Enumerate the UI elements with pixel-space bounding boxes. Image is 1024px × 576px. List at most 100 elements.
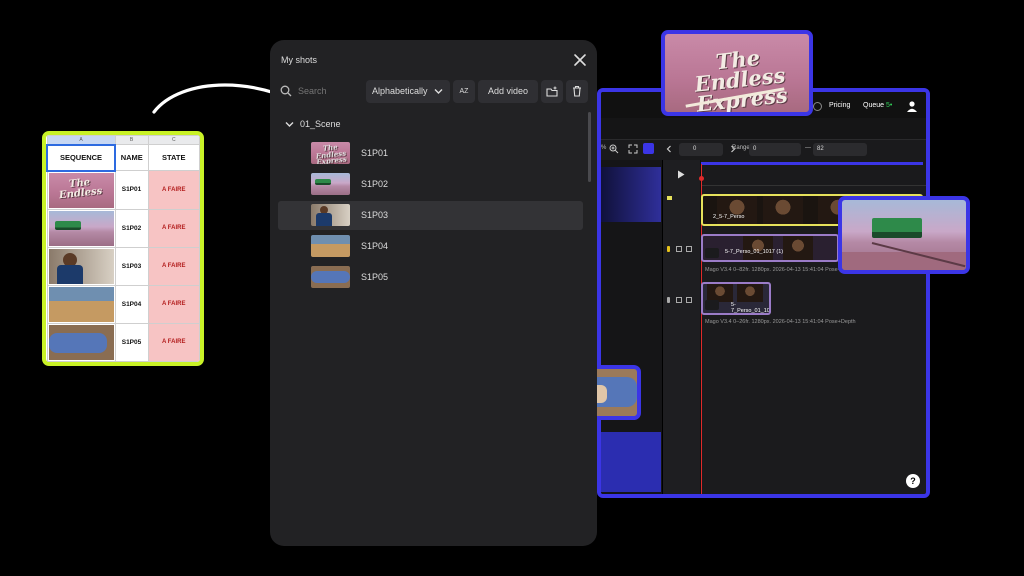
timeline-clip[interactable]: 5-7_Perso_01_1017 <box>701 282 771 315</box>
timeline-controls: % 0 Range 0 — 82 <box>601 140 926 160</box>
train-callout <box>838 196 970 274</box>
sequence-thumb-cell[interactable]: The EndlessExpress <box>46 170 116 210</box>
sequence-thumb-cell[interactable] <box>46 322 116 362</box>
column-header[interactable]: A <box>46 135 116 145</box>
preview-frame-lower <box>601 432 661 492</box>
chevron-down-icon <box>434 89 443 94</box>
sort-az-button[interactable]: AZ <box>453 80 475 103</box>
table-row: S1P03 A FAIRE <box>46 246 200 286</box>
folder-plus-icon <box>546 86 558 97</box>
shot-label: S1P05 <box>361 272 389 282</box>
scrollbar[interactable] <box>588 112 591 182</box>
panel-title: My shots <box>281 55 318 65</box>
header-cell-sequence[interactable]: SEQUENCE <box>46 143 116 172</box>
flow-icon-2[interactable] <box>686 297 692 303</box>
queue-indicator[interactable]: Queue 5• <box>863 102 892 109</box>
range-start-field[interactable]: 0 <box>749 143 801 156</box>
zoom-percent: % <box>601 145 607 151</box>
name-cell[interactable]: S1P01 <box>114 170 149 210</box>
timeline-clip[interactable]: 5-7_Perso_01_1017 (1) <box>701 234 839 262</box>
table-row: S1P02 A FAIRE <box>46 208 200 248</box>
my-shots-panel: My shots Alphabetically AZ Add video 01_… <box>270 40 597 546</box>
add-video-button[interactable]: Add video <box>478 80 538 103</box>
shot-thumbnail: The Endless Express <box>311 142 350 164</box>
state-cell[interactable]: A FAIRE <box>147 246 200 286</box>
train-graphic <box>872 218 922 238</box>
shot-label: S1P03 <box>361 210 389 220</box>
clip-label: 2_5-7_Perso <box>713 214 745 220</box>
track-headers <box>663 160 701 494</box>
shot-item-s1p03[interactable]: S1P03 <box>278 201 583 230</box>
shot-item-s1p05[interactable]: S1P05 <box>278 263 583 292</box>
range-bar[interactable] <box>701 162 923 165</box>
help-icon[interactable]: ? <box>906 474 920 488</box>
clip-label: 5-7_Perso_01_1017 <box>731 302 770 314</box>
user-icon[interactable] <box>906 100 918 112</box>
range-end-field[interactable]: 82 <box>813 143 867 156</box>
name-cell[interactable]: S1P02 <box>114 208 149 248</box>
scene-folder[interactable]: 01_Scene <box>300 119 341 129</box>
video-editor-window: Pricing Queue 5• % 0 Range 0 — 82 2_5-7_… <box>597 88 930 498</box>
name-cell[interactable]: S1P03 <box>114 246 149 286</box>
table-row: S1P05 A FAIRE <box>46 322 200 362</box>
sequence-thumb-cell[interactable] <box>46 208 116 248</box>
preview-frame <box>601 167 661 222</box>
pricing-link[interactable]: Pricing <box>829 102 850 109</box>
loop-icon-2[interactable] <box>676 297 682 303</box>
shot-sheet-table: A B C SEQUENCE NAME STATE The EndlessExp… <box>46 135 200 362</box>
spreadsheet: A B C SEQUENCE NAME STATE The EndlessExp… <box>42 131 204 366</box>
range-separator: — <box>805 145 811 151</box>
loop-icon[interactable] <box>676 246 682 252</box>
toggle-icon[interactable] <box>813 102 822 111</box>
sequence-thumb-cell[interactable] <box>46 284 116 324</box>
endless-express-callout: The Endless Express <box>661 30 813 116</box>
flow-icon[interactable] <box>686 246 692 252</box>
state-cell[interactable]: A FAIRE <box>147 322 200 362</box>
state-cell[interactable]: A FAIRE <box>147 284 200 324</box>
clip-meta: Mago V3.4 0–82fr. 1280px. 2026-04-13 15:… <box>705 267 856 273</box>
clip-meta: Mago V3.4 0–26fr. 1280px. 2026-04-13 15:… <box>705 319 856 325</box>
clip-label: 5-7_Perso_01_1017 (1) <box>725 249 784 255</box>
sort-dropdown[interactable]: Alphabetically <box>366 80 450 103</box>
shot-item-s1p04[interactable]: S1P04 <box>278 232 583 261</box>
range-label: Range <box>732 145 750 151</box>
download-icon[interactable] <box>705 248 719 258</box>
chevron-left-icon[interactable] <box>665 145 673 153</box>
add-video-label: Add video <box>487 86 529 96</box>
mic-icon[interactable] <box>667 246 670 252</box>
state-cell[interactable]: A FAIRE <box>147 208 200 248</box>
shot-thumbnail <box>311 173 350 195</box>
shot-label: S1P01 <box>361 148 389 158</box>
zoom-in-icon[interactable] <box>609 144 619 154</box>
shot-thumbnail <box>311 204 350 226</box>
playhead-handle[interactable] <box>699 176 704 181</box>
sort-az-icon: AZ <box>459 88 469 95</box>
delete-button[interactable] <box>566 80 588 103</box>
share-icon[interactable] <box>643 143 654 154</box>
download-icon[interactable] <box>705 300 719 310</box>
header-cell-name[interactable]: NAME <box>114 144 149 171</box>
shot-label: S1P02 <box>361 179 389 189</box>
shot-label: S1P04 <box>361 241 389 251</box>
table-row: The EndlessExpress S1P01 A FAIRE <box>46 170 200 210</box>
play-icon[interactable] <box>677 170 685 179</box>
shot-thumbnail <box>311 235 350 257</box>
camera-track-icon <box>667 196 672 200</box>
chevron-down-icon[interactable] <box>285 121 294 128</box>
state-cell[interactable]: A FAIRE <box>147 170 200 210</box>
shot-item-s1p01[interactable]: The Endless Express S1P01 <box>278 139 583 168</box>
header-cell-state[interactable]: STATE <box>147 144 200 171</box>
fit-icon[interactable] <box>628 144 638 154</box>
name-cell[interactable]: S1P05 <box>114 322 149 362</box>
close-icon[interactable] <box>573 53 587 67</box>
search-icon <box>280 85 292 97</box>
table-row: S1P04 A FAIRE <box>46 284 200 324</box>
shot-thumbnail <box>311 266 350 288</box>
editor-subbar <box>601 118 926 140</box>
shot-item-s1p02[interactable]: S1P02 <box>278 170 583 199</box>
mic-icon-2[interactable] <box>667 297 670 303</box>
frame-field[interactable]: 0 <box>679 143 723 156</box>
new-folder-button[interactable] <box>541 80 563 103</box>
sequence-thumb-cell[interactable] <box>46 246 116 286</box>
name-cell[interactable]: S1P04 <box>114 284 149 324</box>
